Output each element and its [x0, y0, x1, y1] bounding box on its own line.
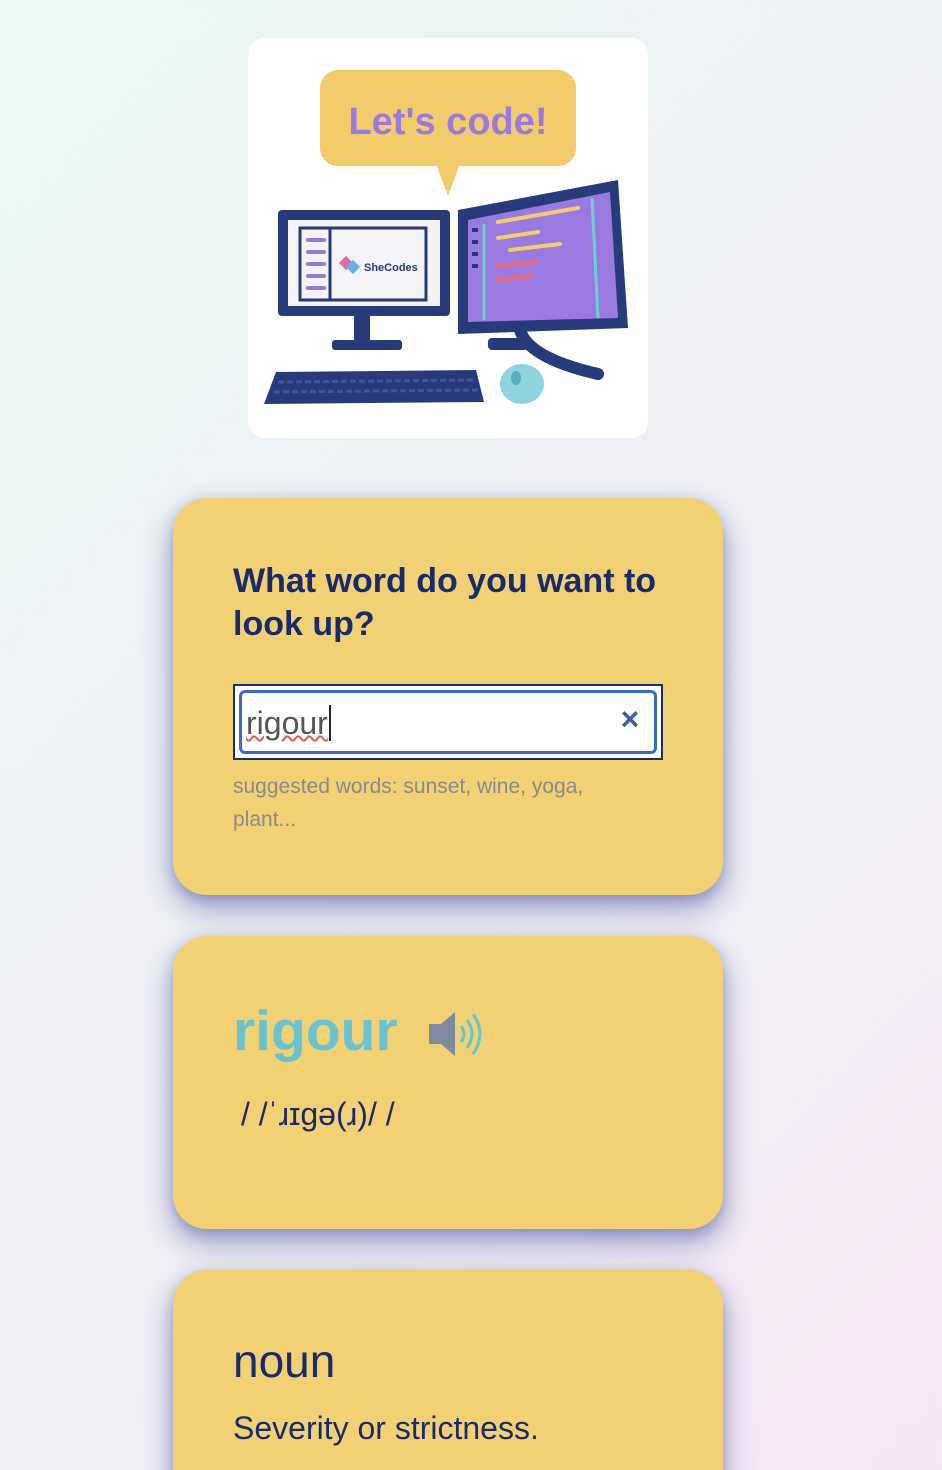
- search-form: rigour ×: [233, 684, 663, 760]
- phonetic-text: / /ˈɹɪɡə(ɹ)/ /: [241, 1096, 395, 1132]
- shecodes-logo-text: SheCodes: [364, 262, 418, 274]
- part-of-speech: noun: [233, 1335, 336, 1387]
- hero-illustration: Let's code! SheCodes: [248, 38, 648, 438]
- result-word: rigour: [233, 999, 398, 1063]
- search-card: What word do you want to look up? rigour…: [173, 498, 723, 895]
- meaning-card: noun Severity or strictness.: [173, 1270, 723, 1470]
- search-question-heading: What word do you want to look up?: [233, 562, 657, 643]
- word-card: rigour / /ˈɹɪɡə(ɹ)/ /: [173, 936, 723, 1229]
- definition-text: Severity or strictness.: [233, 1410, 539, 1446]
- coding-computers-illustration: Let's code! SheCodes: [264, 70, 628, 404]
- clear-search-icon[interactable]: ×: [612, 701, 648, 737]
- suggested-words-hint: suggested words: sunset, wine, yoga, pla…: [233, 775, 584, 831]
- speaker-icon[interactable]: [427, 1008, 483, 1060]
- search-input-value[interactable]: rigour: [246, 705, 331, 741]
- search-input[interactable]: rigour ×: [239, 690, 657, 754]
- speech-bubble-text: Let's code!: [348, 101, 547, 143]
